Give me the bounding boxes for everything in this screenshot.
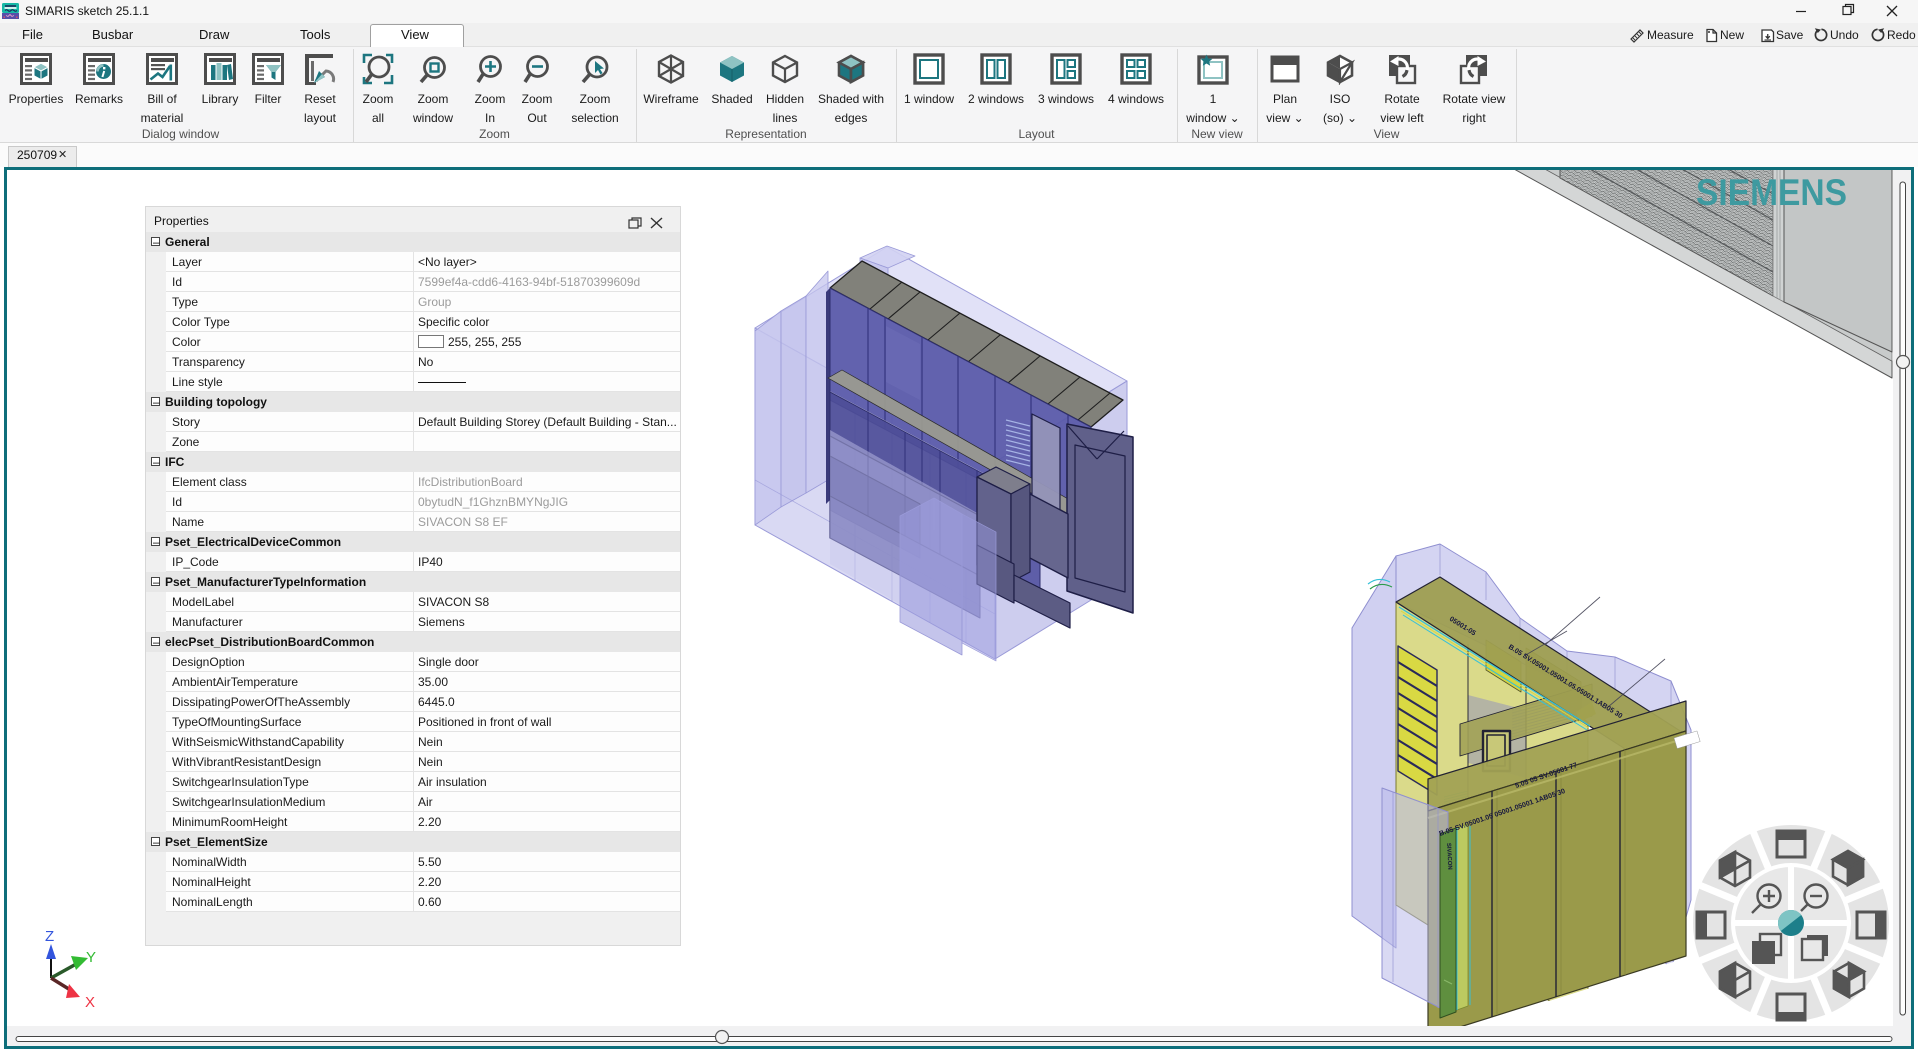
svg-text:X: X (85, 994, 95, 1011)
svg-text:Z: Z (45, 928, 54, 945)
svg-text:Y: Y (86, 949, 96, 966)
svg-text:SIEMENS: SIEMENS (1696, 172, 1847, 213)
